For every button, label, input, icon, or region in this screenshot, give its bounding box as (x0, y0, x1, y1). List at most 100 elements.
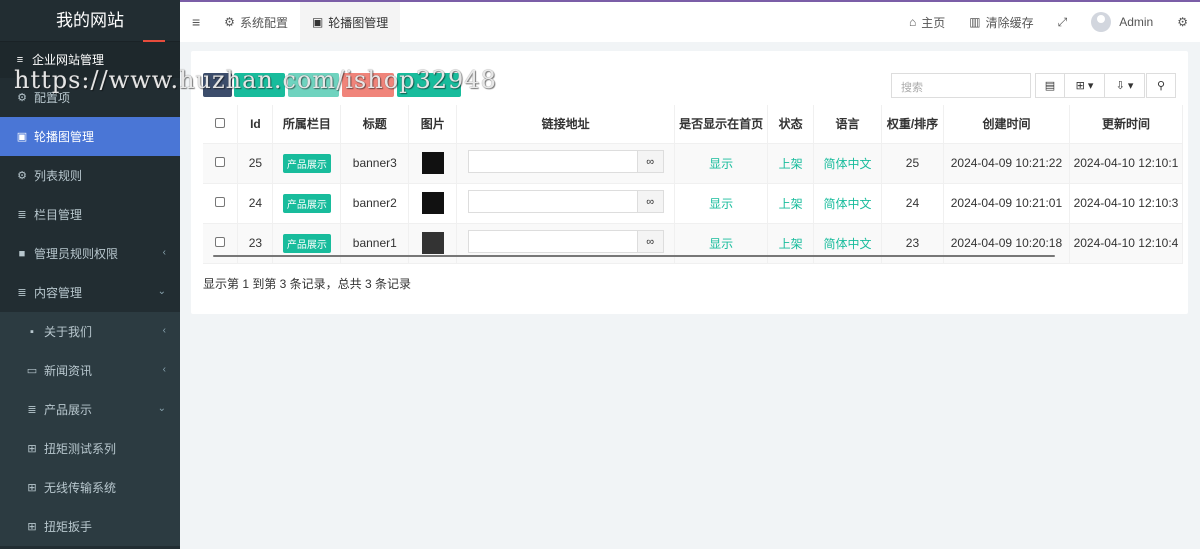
show-home-cell[interactable]: 显示 (674, 223, 769, 264)
sidebar-item-torque-test[interactable]: ⊞ 扭矩测试系列 (0, 429, 180, 468)
sidebar-item-columns[interactable]: ≣ 栏目管理 (0, 195, 180, 234)
more-button[interactable] (397, 73, 461, 97)
sidebar-item-label: 扭矩测试系列 (44, 442, 117, 456)
tab-label: 轮播图管理 (328, 15, 389, 30)
sidebar-item-list-rules[interactable]: ⚙ 列表规则 (0, 156, 180, 195)
home-label: 主页 (921, 15, 946, 30)
link-icon: ∞ (646, 155, 655, 168)
table-row[interactable]: 23 产品展示 banner1 ∞ 显示 上架 简体中文 23 2024-04-… (203, 223, 1184, 264)
link-input[interactable] (467, 230, 638, 253)
link-icon: ∞ (646, 235, 655, 248)
row-checkbox-cell[interactable] (203, 183, 239, 224)
sidebar-item-about[interactable]: ▪ 关于我们 ‹ (0, 312, 180, 351)
user-menu[interactable]: Admin (1079, 2, 1165, 42)
search-button[interactable]: ⚲ (1146, 73, 1176, 98)
id-cell: 23 (237, 223, 274, 264)
link-button[interactable]: ∞ (637, 190, 664, 213)
sidebar-item-content[interactable]: ≣ 内容管理 ⌄ (0, 273, 180, 312)
column-header[interactable]: 状态 (767, 105, 815, 144)
toggle-view-button[interactable]: ▤ (1035, 73, 1065, 98)
image-icon: ▣ (16, 131, 28, 143)
grid-icon: ⊞ (27, 521, 37, 533)
column-header[interactable]: 是否显示在首页 (674, 105, 769, 144)
language-cell[interactable]: 简体中文 (813, 223, 882, 264)
column-header[interactable]: 创建时间 (943, 105, 1070, 144)
column-header[interactable]: 链接地址 (456, 105, 676, 144)
sidebar-item-news[interactable]: ▭ 新闻资讯 ‹ (0, 351, 180, 390)
row-checkbox[interactable] (215, 237, 226, 247)
delete-button[interactable] (342, 73, 394, 97)
link-button[interactable]: ∞ (637, 150, 664, 173)
language-cell[interactable]: 简体中文 (813, 183, 882, 224)
select-all-checkbox[interactable] (215, 117, 226, 128)
menu-header[interactable]: ≡ 企业网站管理 (0, 42, 180, 78)
column-header[interactable]: 所属栏目 (272, 105, 342, 144)
banner-thumbnail[interactable] (421, 152, 444, 174)
status-cell[interactable]: 上架 (767, 183, 815, 224)
columns-button[interactable]: ⊞ ▾ (1065, 73, 1105, 98)
user-box-icon: ▪ (30, 325, 34, 338)
status-cell[interactable]: 上架 (767, 143, 815, 184)
fullscreen-icon: ⤢ (1057, 14, 1068, 29)
sidebar-item-label: 新闻资讯 (44, 364, 93, 378)
home-icon: ⌂ (908, 15, 917, 29)
column-header[interactable]: 权重/排序 (881, 105, 944, 144)
search-input[interactable]: 搜索 (891, 73, 1031, 98)
link-button[interactable]: ∞ (637, 230, 664, 253)
fullscreen-button[interactable]: ⤢ (1046, 2, 1080, 42)
row-checkbox-cell[interactable] (203, 143, 239, 184)
column-header[interactable]: 图片 (408, 105, 458, 144)
status-cell[interactable]: 上架 (767, 223, 815, 264)
sidebar-toggle-button[interactable]: ≡ (180, 2, 212, 42)
show-home-cell[interactable]: 显示 (674, 143, 769, 184)
site-logo[interactable]: 我的网站 (0, 0, 180, 42)
id-cell: 24 (237, 183, 274, 224)
image-cell (408, 183, 458, 224)
updated-cell: 2024-04-10 12:10:3 (1069, 183, 1184, 224)
sidebar-item-wireless[interactable]: ⊞ 无线传输系统 (0, 468, 180, 507)
column-header[interactable]: 语言 (813, 105, 882, 144)
sidebar-item-label: 列表规则 (34, 169, 83, 183)
sidebar-item-banner[interactable]: ▣ 轮播图管理 (0, 117, 180, 156)
link-cell: ∞ (456, 183, 676, 224)
sidebar-item-label: 产品展示 (44, 403, 93, 417)
banner-thumbnail[interactable] (421, 192, 444, 214)
column-header[interactable]: 标题 (340, 105, 410, 144)
edit-button[interactable] (288, 73, 339, 97)
horizontal-scrollbar[interactable] (213, 255, 1055, 257)
row-checkbox[interactable] (215, 197, 226, 207)
export-button[interactable]: ⇩ ▾ (1105, 73, 1145, 98)
table-row[interactable]: 25 产品展示 banner3 ∞ 显示 上架 简体中文 25 2024-04-… (203, 143, 1184, 184)
language-cell[interactable]: 简体中文 (813, 143, 882, 184)
link-input[interactable] (467, 150, 638, 173)
settings-button[interactable]: ⚙ (1165, 2, 1200, 42)
banner-thumbnail[interactable] (421, 232, 444, 254)
sidebar-item-config[interactable]: ⚙ 配置项 (0, 78, 180, 117)
download-icon: ⇩ ▾ (1115, 80, 1134, 92)
tab-banner-manage[interactable]: ▣ 轮播图管理 (299, 2, 401, 42)
sidebar-item-wrench[interactable]: ⊞ 扭矩扳手 (0, 507, 180, 546)
search-icon: ⚲ (1156, 80, 1166, 92)
link-input[interactable] (467, 190, 638, 213)
chevron-left-icon: ‹ (162, 247, 166, 258)
header-checkbox-cell[interactable] (203, 105, 239, 144)
content-panel: 搜索 ▤ ⊞ ▾ ⇩ ▾ ⚲ Id 所属栏目 标题 图片 链接地址 是否显示在首… (191, 51, 1188, 314)
row-checkbox-cell[interactable] (203, 223, 239, 264)
sidebar-item-label: 配置项 (34, 91, 71, 105)
grid-icon: ⊞ (27, 443, 37, 455)
column-header[interactable]: Id (237, 105, 274, 144)
category-badge: 产品展示 (282, 233, 331, 253)
sidebar-item-products[interactable]: ≣ 产品展示 ⌄ (0, 390, 180, 429)
refresh-button[interactable] (203, 73, 232, 97)
add-button[interactable] (234, 73, 285, 97)
image-cell (408, 143, 458, 184)
table-row[interactable]: 24 产品展示 banner2 ∞ 显示 上架 简体中文 24 2024-04-… (203, 183, 1184, 224)
show-home-cell[interactable]: 显示 (674, 183, 769, 224)
home-link[interactable]: ⌂ 主页 (897, 2, 957, 42)
tab-system-config[interactable]: ⚙ 系统配置 (212, 2, 300, 42)
clear-cache-button[interactable]: ▥ 清除缓存 (957, 2, 1045, 42)
column-header[interactable]: 更新时间 (1069, 105, 1184, 144)
sidebar-item-admin-rules[interactable]: ■ 管理员规则权限 ‹ (0, 234, 180, 273)
row-checkbox[interactable] (215, 157, 226, 167)
weight-cell: 23 (881, 223, 944, 264)
